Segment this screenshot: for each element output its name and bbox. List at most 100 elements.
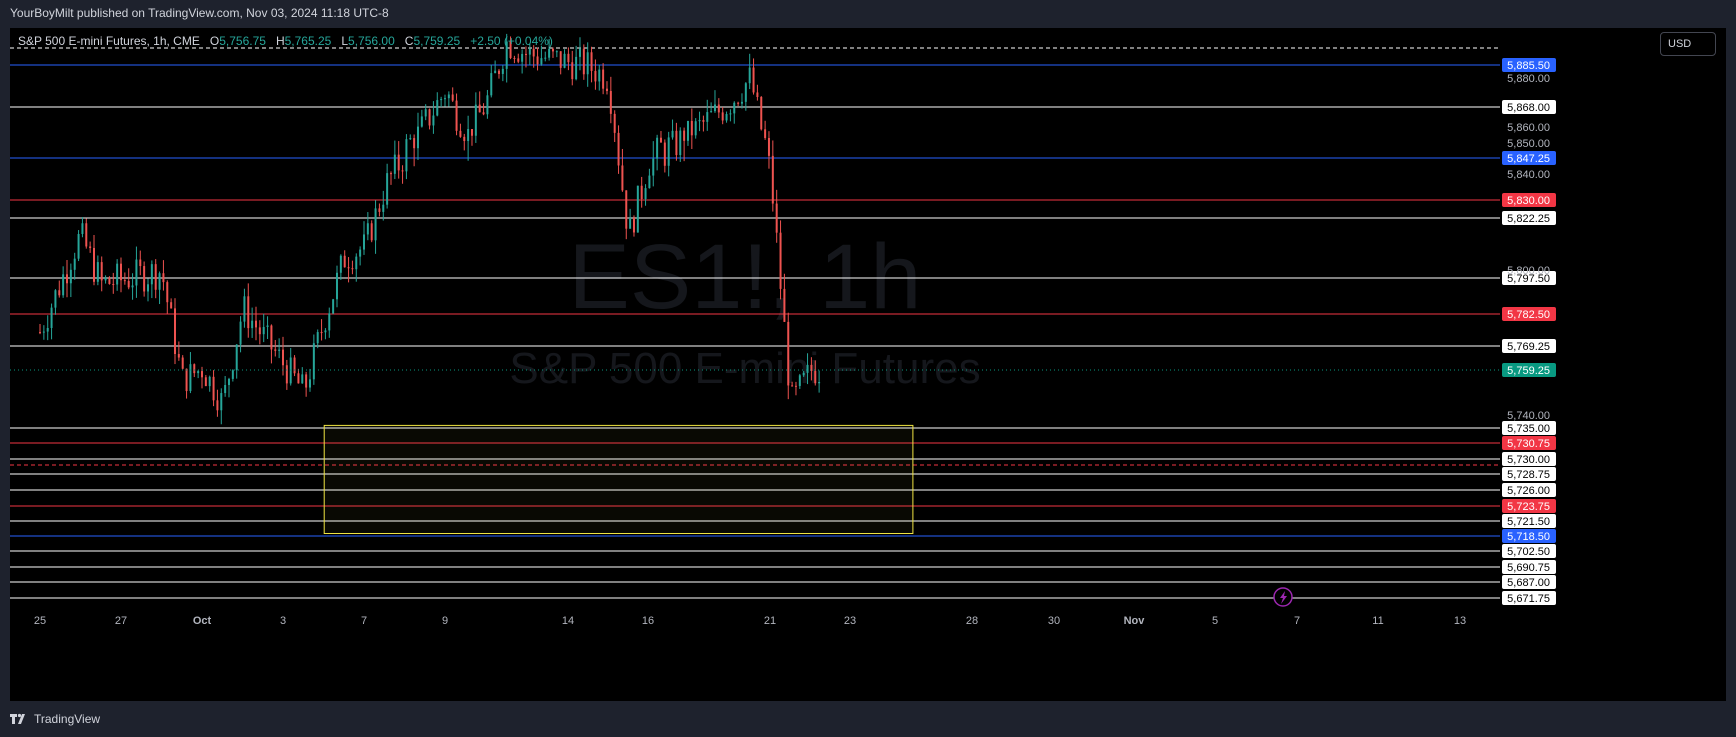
level-label: 5,830.00: [1507, 195, 1550, 207]
level-label: 5,721.50: [1507, 516, 1550, 528]
candle-body: [598, 69, 601, 82]
candle-body: [251, 320, 254, 329]
candle-body: [285, 365, 288, 384]
candle-body: [752, 67, 755, 93]
legend-high: 5,765.25: [284, 34, 332, 48]
candle-body: [679, 130, 682, 156]
candle-body: [683, 130, 686, 141]
candle-body: [278, 349, 281, 351]
candle-body: [197, 371, 200, 374]
candle-body: [343, 255, 346, 268]
level-label: 5,847.25: [1507, 153, 1550, 165]
candle-body: [478, 104, 481, 113]
candle-body: [89, 246, 92, 248]
candle-body: [220, 393, 223, 411]
legend-low: 5,756.00: [348, 34, 395, 48]
time-tick-label: Nov: [1124, 615, 1146, 627]
candle-body: [490, 73, 493, 96]
candle-body: [744, 83, 747, 102]
candle-body: [46, 328, 49, 332]
candle-body: [563, 53, 566, 68]
level-label: 5,702.50: [1507, 546, 1550, 558]
candle-body: [575, 56, 578, 80]
candle-body: [359, 249, 362, 257]
footer[interactable]: TradingView: [10, 712, 100, 726]
candle-body: [339, 255, 342, 273]
candle-body: [224, 384, 227, 394]
price-axis[interactable]: 5,885.50 5,868.00 5,847.25 5,830.00 5,822.25…: [1502, 58, 1556, 605]
candle-body: [73, 258, 76, 270]
candle-body: [555, 51, 558, 53]
candle-body: [362, 234, 365, 250]
candle-body: [131, 285, 134, 288]
legend-open-label: O: [209, 34, 220, 48]
candle-body: [733, 102, 736, 114]
time-tick-label: 5: [1212, 615, 1218, 627]
candle-body: [428, 109, 431, 126]
candle-body: [173, 308, 176, 355]
candle-body: [528, 48, 531, 55]
candle-body: [590, 52, 593, 71]
candle-body: [594, 70, 597, 82]
time-tick-label: 3: [280, 615, 286, 627]
level-label: 5,671.75: [1507, 593, 1550, 605]
candle-body: [409, 138, 412, 140]
candle-body: [737, 102, 740, 104]
event-marker[interactable]: [1273, 587, 1293, 607]
candle-body: [671, 130, 674, 138]
currency-button[interactable]: USD: [1660, 32, 1716, 56]
candle-body: [787, 321, 790, 386]
candle-body: [767, 138, 770, 156]
candle-body: [231, 370, 234, 379]
candle-body: [551, 48, 554, 52]
candle-body: [108, 277, 111, 284]
chart-legend: S&P 500 E-mini Futures, 1h, CME O5,756.7…: [18, 34, 553, 48]
candle-body: [312, 343, 315, 380]
chart-panel[interactable]: ES1!, 1h S&P 500 E-mini Futures 5,885.50…: [10, 28, 1726, 701]
candle-body: [659, 137, 662, 143]
candle-body: [127, 280, 130, 288]
candle-body: [150, 264, 153, 285]
candle-body: [729, 113, 732, 115]
candle-body: [447, 94, 450, 99]
candle-body: [602, 69, 605, 89]
candle-body: [775, 203, 778, 233]
candle-body: [366, 223, 369, 235]
candle-body: [467, 129, 470, 142]
candle-body: [100, 262, 103, 281]
candle-body: [77, 233, 80, 259]
candle-body: [162, 273, 165, 283]
candle-body: [798, 375, 801, 386]
watermark-name: S&P 500 E-mini Futures: [509, 344, 980, 393]
candle-body: [440, 99, 443, 101]
candle-body: [54, 290, 57, 308]
candle-body: [482, 112, 485, 115]
candle-body: [459, 130, 462, 137]
legend-close: 5,759.25: [413, 34, 461, 48]
candle-body: [420, 116, 423, 127]
candle-body: [513, 57, 516, 59]
time-axis[interactable]: 25 27 Oct 3 7 9 14 16 21 23 28 30 Nov 5 7 11 13: [34, 615, 1466, 627]
price-chart[interactable]: ES1!, 1h S&P 500 E-mini Futures 5,885.50…: [10, 28, 1726, 701]
candle-body: [227, 378, 230, 385]
candle-body: [297, 373, 300, 384]
time-tick-label: 23: [844, 615, 856, 627]
candle-body: [166, 282, 169, 303]
candle-body: [347, 267, 350, 269]
time-tick-label: Oct: [193, 615, 212, 627]
price-tick-label: 5,850.00: [1507, 138, 1550, 150]
candle-body: [632, 217, 635, 233]
level-label: 5,822.25: [1507, 213, 1550, 225]
candle-body: [397, 154, 400, 171]
candle-body: [158, 273, 161, 290]
candle-body: [536, 56, 539, 65]
candle-body: [65, 274, 68, 284]
candle-body: [405, 139, 408, 172]
candle-body: [470, 129, 473, 136]
footer-brand: TradingView: [34, 712, 101, 726]
time-tick-label: 7: [1294, 615, 1300, 627]
candle-body: [216, 400, 219, 411]
level-label: 5,726.00: [1507, 485, 1550, 497]
demand-zone: [323, 424, 914, 534]
candle-body: [355, 256, 358, 270]
